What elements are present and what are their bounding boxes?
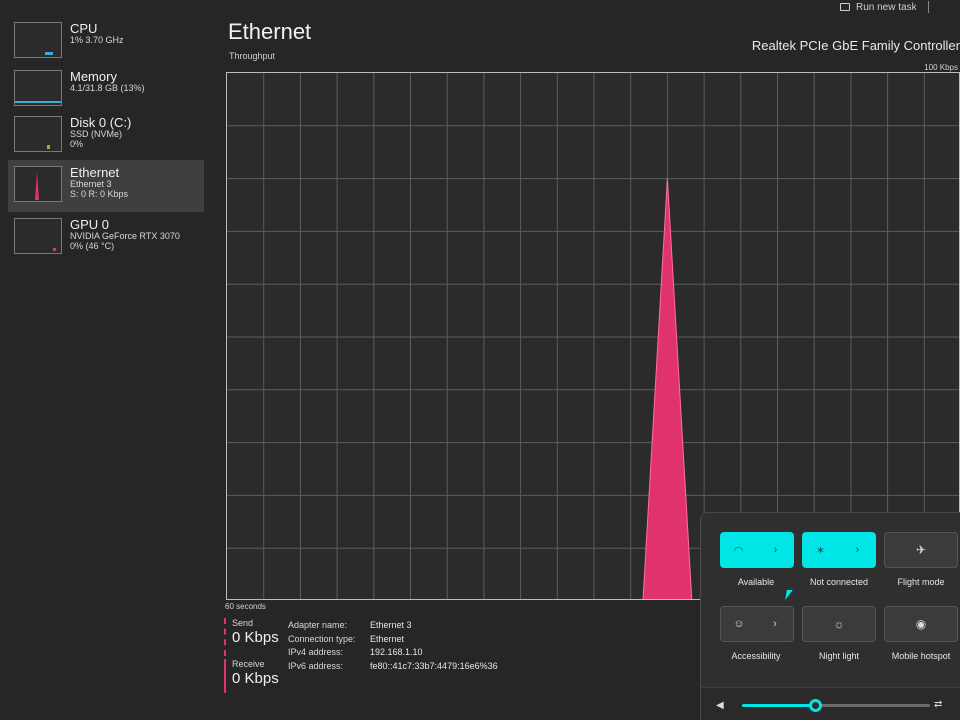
ethernet-thumbnail — [14, 166, 62, 202]
disk-thumbnail — [14, 116, 62, 152]
disk-thumb-line — [47, 145, 50, 149]
bluetooth-icon[interactable]: ✶ — [802, 532, 839, 568]
run-new-task-area[interactable]: Run new task — [840, 0, 960, 14]
detail-key: Connection type: — [288, 633, 356, 644]
detail-row: IPv4 address: 192.168.1.10 — [288, 647, 498, 661]
detail-row: Connection type: Ethernet — [288, 634, 498, 648]
accessibility-tile[interactable]: ☺ › — [720, 606, 794, 642]
sidebar-item-memory[interactable]: Memory 4.1/31.8 GB (13%) — [8, 64, 204, 116]
audio-output-icon[interactable]: ⇄ — [934, 699, 942, 710]
detail-value: Ethernet 3 — [370, 620, 412, 630]
cpu-thumbnail — [14, 22, 62, 58]
detail-value: 192.168.1.10 — [370, 647, 423, 657]
detail-key: IPv6 address: — [288, 660, 344, 671]
ethernet-thumb-spike — [35, 172, 39, 200]
accessibility-label: Accessibility — [731, 651, 781, 661]
bluetooth-tile[interactable]: ✶ › — [802, 532, 876, 568]
sidebar: CPU 1% 3.70 GHz Memory 4.1/31.8 GB (13%)… — [0, 10, 215, 710]
mobile-hotspot-label: Mobile hotspot — [891, 651, 951, 661]
volume-slider[interactable] — [742, 699, 930, 712]
page-title: Ethernet — [228, 19, 312, 44]
detail-key: IPv4 address: — [288, 647, 344, 657]
night-light-label: Night light — [818, 651, 860, 661]
accessibility-icon[interactable]: ☺ — [721, 607, 757, 641]
bluetooth-label: Not connected — [809, 577, 869, 587]
night-light-tile[interactable]: ☼ — [802, 606, 876, 642]
sidebar-item-title: Disk 0 (C:) — [70, 115, 132, 130]
airplane-icon: ✈ — [915, 543, 927, 557]
cpu-thumb-line — [45, 52, 53, 55]
graph-max-label: 100 Kbps — [924, 63, 958, 72]
send-stat: Send 0 Kbps — [224, 618, 294, 656]
detail-row: IPv6 address: fe80::41c7:33b7:4479:16e6%… — [288, 661, 498, 675]
memory-thumb-line — [15, 101, 61, 103]
send-label: Send — [232, 618, 254, 628]
sun-icon: ☼ — [833, 617, 845, 631]
sidebar-item-sub: S: 0 R: 0 Kbps — [70, 189, 129, 200]
sidebar-item-sub: 0% — [70, 139, 84, 150]
receive-stat: Receive 0 Kbps — [224, 659, 294, 693]
volume-slider-fill — [742, 704, 816, 707]
sidebar-item-gpu[interactable]: GPU 0 NVIDIA GeForce RTX 3070 0% (46 °C) — [8, 212, 204, 264]
detail-value: Ethernet — [370, 633, 405, 644]
flight-mode-label: Flight mode — [897, 577, 945, 587]
sidebar-item-ethernet[interactable]: Ethernet Ethernet 3 S: 0 R: 0 Kbps — [8, 160, 204, 212]
sidebar-item-disk[interactable]: Disk 0 (C:) SSD (NVMe) 0% — [8, 110, 204, 162]
receive-value: 0 Kbps — [232, 670, 279, 687]
chevron-right-icon[interactable]: › — [839, 532, 876, 568]
toolbar-separator — [928, 1, 929, 13]
detail-value: fe80::41c7:33b7:4479:16e6%36 — [370, 660, 498, 671]
sidebar-item-title: Ethernet — [70, 165, 120, 180]
sidebar-item-sub: 4.1/31.8 GB (13%) — [70, 83, 145, 94]
receive-label: Receive — [232, 659, 265, 669]
sidebar-item-sub: 0% (46 °C) — [70, 241, 115, 252]
graph-time-label: 60 seconds — [225, 602, 266, 611]
graph-label: Throughput — [229, 51, 276, 61]
run-task-icon — [840, 3, 850, 11]
memory-thumbnail — [14, 70, 62, 106]
sidebar-item-cpu[interactable]: CPU 1% 3.70 GHz — [8, 16, 204, 68]
gpu-thumb-line — [53, 248, 56, 251]
quick-settings-panel: ◠ › Available ✶ › Not connected ✈ Flight… — [700, 512, 960, 720]
detail-row: Adapter name: Ethernet 3 — [288, 620, 498, 634]
mobile-hotspot-tile[interactable]: ◉ — [884, 606, 958, 642]
wifi-icon[interactable]: ◠ — [720, 532, 757, 568]
send-value: 0 Kbps — [232, 629, 279, 646]
detail-key: Adapter name: — [288, 620, 348, 630]
flight-mode-tile[interactable]: ✈ — [884, 532, 958, 568]
gpu-thumbnail — [14, 218, 62, 254]
sidebar-item-title: Memory — [70, 69, 117, 84]
wifi-label: Available — [737, 577, 775, 587]
adapter-details: Adapter name: Ethernet 3 Connection type… — [288, 620, 498, 674]
chevron-right-icon[interactable]: › — [757, 532, 794, 568]
volume-icon[interactable]: ◀ — [716, 700, 724, 711]
chevron-right-icon[interactable]: › — [757, 607, 793, 641]
wifi-tile[interactable]: ◠ › — [720, 532, 794, 568]
sidebar-item-title: CPU — [70, 21, 98, 36]
run-new-task-label: Run new task — [856, 1, 916, 13]
adapter-name-title: Realtek PCIe GbE Family Controller — [751, 38, 960, 53]
sidebar-item-sub: 1% 3.70 GHz — [70, 35, 124, 46]
hotspot-icon: ◉ — [915, 617, 927, 631]
sidebar-item-title: GPU 0 — [70, 217, 110, 232]
